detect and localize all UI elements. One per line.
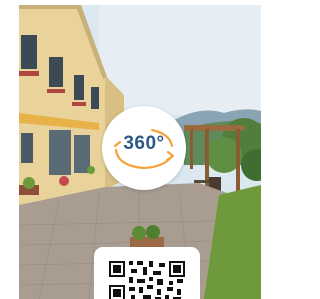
qr-code-icon: [109, 261, 185, 299]
rotate-360-button[interactable]: 360°: [102, 106, 186, 190]
panorama-card[interactable]: 360°: [19, 5, 261, 299]
qr-code-tab[interactable]: [94, 247, 200, 299]
badge-label: 360°: [123, 133, 165, 154]
